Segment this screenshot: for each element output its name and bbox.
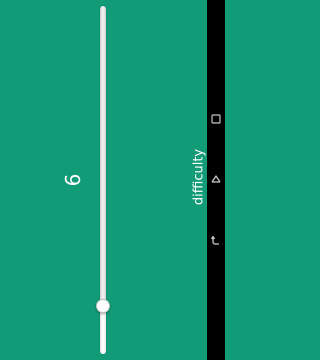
app-content: 9 difficulty	[0, 0, 207, 360]
difficulty-value: 9	[60, 173, 84, 187]
recent-apps-button[interactable]	[207, 108, 225, 130]
back-icon	[210, 234, 222, 246]
difficulty-slider[interactable]	[96, 6, 110, 354]
system-nav-bar	[207, 0, 225, 360]
home-button[interactable]	[207, 168, 225, 190]
slider-fill	[100, 307, 106, 354]
back-button[interactable]	[207, 229, 225, 251]
slider-thumb[interactable]	[96, 299, 110, 314]
home-icon	[210, 173, 222, 185]
difficulty-label: difficulty	[191, 148, 207, 206]
recent-apps-icon	[211, 114, 221, 124]
